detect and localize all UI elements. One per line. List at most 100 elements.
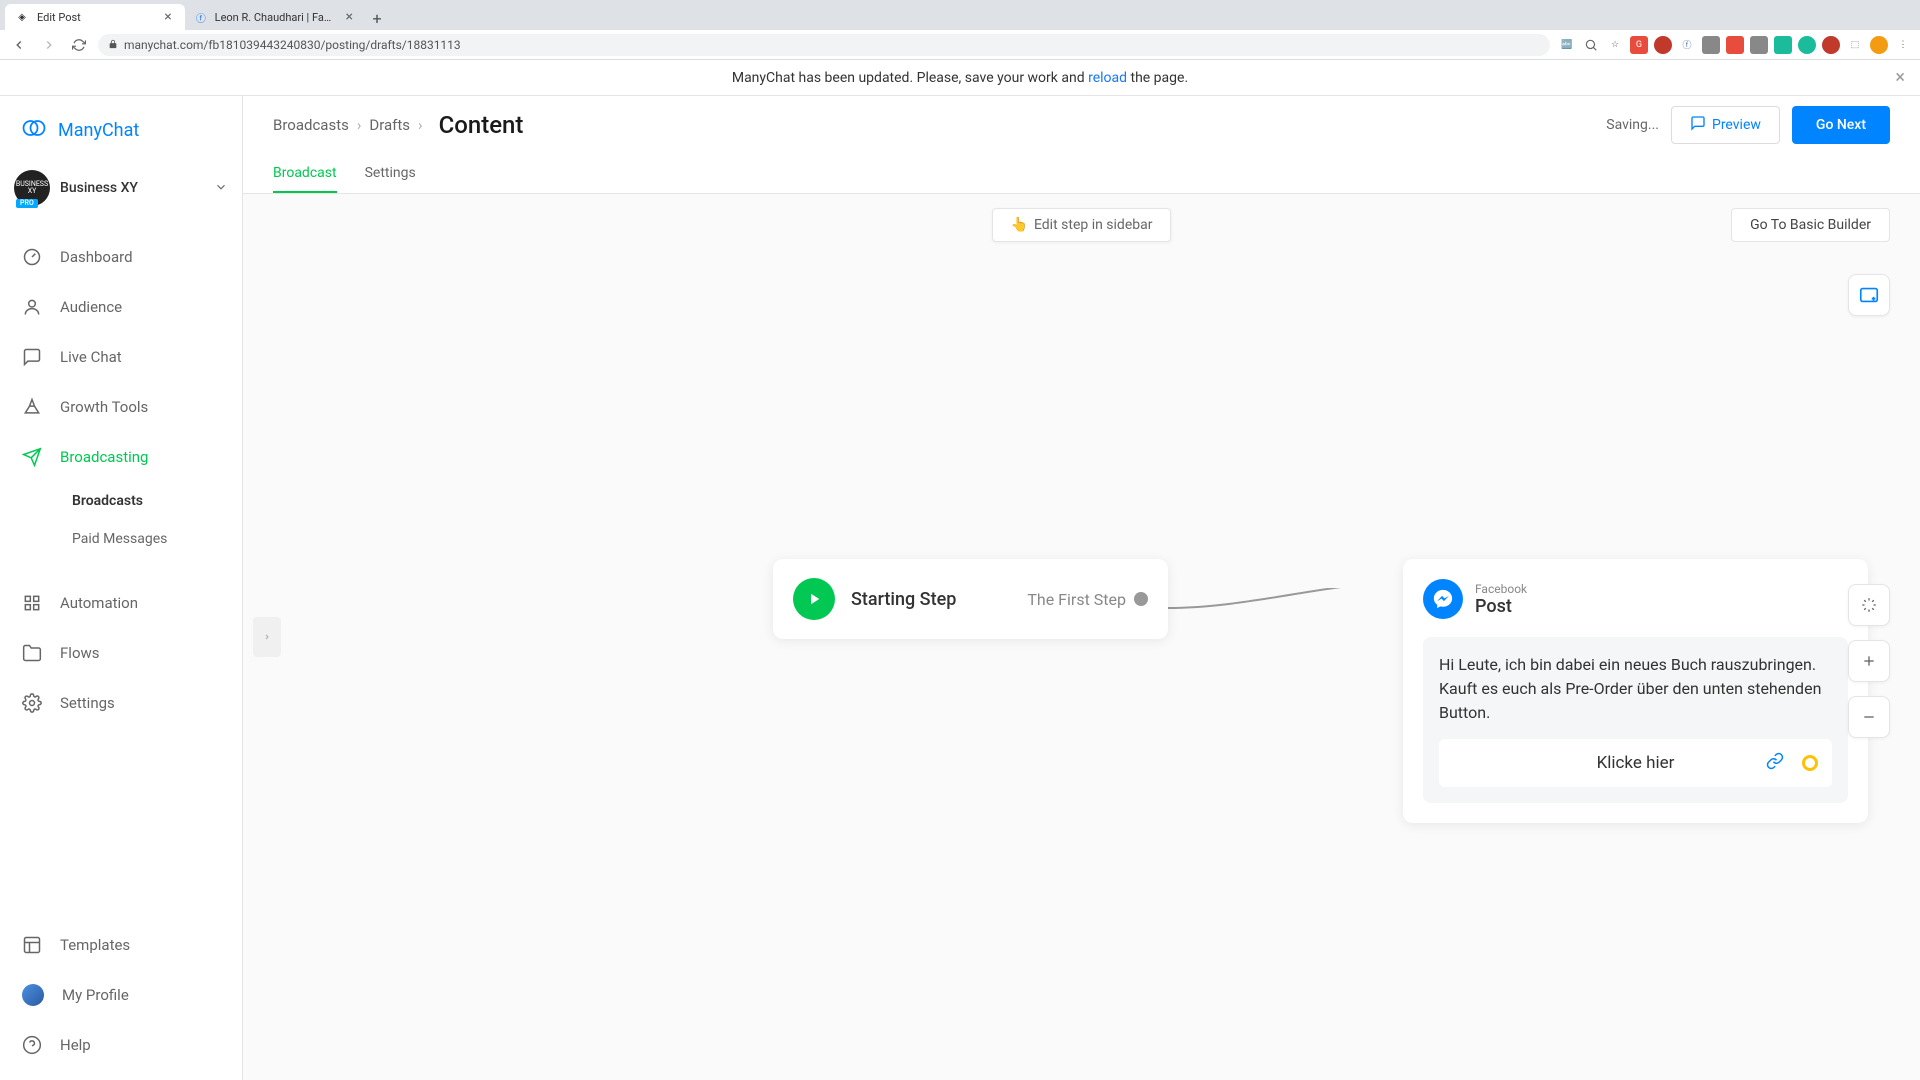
update-alert: ManyChat has been updated. Please, save … (0, 60, 1920, 96)
node-header: Facebook Post (1423, 579, 1848, 619)
connector-dot-icon[interactable] (1134, 592, 1148, 606)
menu-icon[interactable]: ⋮ (1894, 36, 1912, 54)
node-type: Post (1475, 596, 1527, 617)
ext-icon[interactable] (1798, 36, 1816, 54)
zoom-in-button[interactable] (1848, 640, 1890, 682)
zoom-out-button[interactable] (1848, 696, 1890, 738)
starting-step-node[interactable]: Starting Step The First Step (773, 559, 1168, 639)
chat-icon (22, 347, 42, 367)
logo[interactable]: ManyChat (0, 96, 242, 164)
saving-status: Saving... (1606, 117, 1659, 133)
edit-sidebar-button[interactable]: 👆 Edit step in sidebar (992, 208, 1172, 242)
automation-icon (22, 593, 42, 613)
nav-label: Paid Messages (72, 531, 167, 547)
extension-icons: 🔤 ☆ G ⓕ ⬚ ⋮ (1558, 36, 1912, 54)
back-button[interactable] (8, 34, 30, 56)
favicon-manychat: ◈ (15, 10, 29, 24)
lock-icon (108, 38, 118, 52)
url-bar[interactable]: manychat.com/fb181039443240830/posting/d… (98, 34, 1550, 56)
content-tabs: Broadcast Settings (243, 154, 1920, 194)
account-switcher[interactable]: BUSINESS XY PRO Business XY (0, 164, 242, 212)
ext-icon[interactable] (1750, 36, 1768, 54)
avatar-icon[interactable] (1870, 36, 1888, 54)
reload-button[interactable] (68, 34, 90, 56)
sidebar-item-dashboard[interactable]: Dashboard (0, 232, 242, 282)
sidebar-subitem-paid[interactable]: Paid Messages (72, 520, 242, 558)
sidebar-item-broadcasting[interactable]: Broadcasting (0, 432, 242, 482)
sidebar-subitem-broadcasts[interactable]: Broadcasts (72, 482, 242, 520)
sidebar-item-audience[interactable]: Audience (0, 282, 242, 332)
browser-tab-2[interactable]: ⓕ Leon R. Chaudhari | Facebook × (185, 4, 365, 30)
tab-label: Settings (365, 165, 416, 181)
ext-icon[interactable] (1774, 36, 1792, 54)
post-body: Hi Leute, ich bin dabei ein neues Buch r… (1423, 637, 1848, 803)
go-next-button[interactable]: Go Next (1792, 106, 1890, 144)
help-icon (22, 1035, 42, 1055)
connector-dot-icon[interactable] (1802, 755, 1818, 771)
url-text: manychat.com/fb181039443240830/posting/d… (124, 38, 461, 52)
close-icon[interactable]: × (343, 10, 355, 24)
facebook-post-node[interactable]: Facebook Post Hi Leute, ich bin dabei ei… (1403, 559, 1868, 823)
ext-icon[interactable]: G (1630, 36, 1648, 54)
sidebar-item-livechat[interactable]: Live Chat (0, 332, 242, 382)
ext-icon[interactable] (1702, 36, 1720, 54)
dashboard-icon (22, 247, 42, 267)
nav-label: Dashboard (60, 248, 133, 266)
ext-icon[interactable]: ☆ (1606, 36, 1624, 54)
flow-canvas[interactable]: 👆 Edit step in sidebar Go To Basic Build… (243, 194, 1920, 1080)
button-label: Edit step in sidebar (1034, 217, 1153, 233)
alert-text-pre: ManyChat has been updated. Please, save … (732, 70, 1088, 86)
nav-label: Broadcasting (60, 448, 148, 466)
nav-label: Audience (60, 298, 122, 316)
basic-builder-button[interactable]: Go To Basic Builder (1731, 208, 1890, 242)
browser-tab-1[interactable]: ◈ Edit Post × (5, 4, 185, 30)
page-header: Broadcasts › Drafts › Content Saving... … (243, 96, 1920, 154)
nav-label: Settings (60, 694, 115, 712)
sidebar-item-flows[interactable]: Flows (0, 628, 242, 678)
preview-button[interactable]: Preview (1671, 106, 1780, 144)
page-title: Content (439, 111, 524, 139)
breadcrumb-item[interactable]: Drafts (369, 116, 410, 134)
tab-settings[interactable]: Settings (365, 154, 416, 193)
ext-icon[interactable] (1822, 36, 1840, 54)
first-step-output[interactable]: The First Step (1027, 590, 1148, 609)
ext-icon[interactable]: ⬚ (1846, 36, 1864, 54)
broadcast-icon (22, 447, 42, 467)
post-text: Hi Leute, ich bin dabei ein neues Buch r… (1439, 653, 1832, 725)
tab-bar: ◈ Edit Post × ⓕ Leon R. Chaudhari | Face… (0, 0, 1920, 30)
chevron-down-icon (214, 179, 228, 198)
channel-label: Facebook (1475, 582, 1527, 596)
ext-icon[interactable]: ⓕ (1678, 36, 1696, 54)
tab-broadcast[interactable]: Broadcast (273, 154, 337, 193)
ext-icon[interactable] (1654, 36, 1672, 54)
forward-button[interactable] (38, 34, 60, 56)
reload-link[interactable]: reload (1088, 70, 1127, 86)
close-icon[interactable]: × (1895, 67, 1905, 88)
sidebar-item-automation[interactable]: Automation (0, 578, 242, 628)
breadcrumb-item[interactable]: Broadcasts (273, 116, 349, 134)
main-content: Broadcasts › Drafts › Content Saving... … (243, 96, 1920, 1080)
ext-icon[interactable] (1726, 36, 1744, 54)
chat-icon (1690, 115, 1706, 135)
close-icon[interactable]: × (161, 10, 175, 24)
post-cta-button[interactable]: Klicke hier (1439, 739, 1832, 787)
browser-chrome: ◈ Edit Post × ⓕ Leon R. Chaudhari | Face… (0, 0, 1920, 60)
messenger-icon (1423, 579, 1463, 619)
button-label: Preview (1712, 117, 1761, 133)
templates-icon (22, 935, 42, 955)
expand-sidebar-handle[interactable] (253, 617, 281, 657)
sidebar-item-templates[interactable]: Templates (0, 920, 242, 970)
pointer-icon: 👆 (1011, 217, 1028, 233)
sidebar-item-settings[interactable]: Settings (0, 678, 242, 728)
ext-icon[interactable]: 🔤 (1558, 36, 1576, 54)
nav-label: Growth Tools (60, 398, 148, 416)
sidebar-item-growth[interactable]: Growth Tools (0, 382, 242, 432)
auto-arrange-button[interactable] (1848, 584, 1890, 626)
ext-icon[interactable] (1582, 36, 1600, 54)
add-panel-button[interactable] (1848, 274, 1890, 316)
new-tab-button[interactable]: + (365, 6, 389, 30)
chevron-right-icon: › (418, 116, 423, 134)
nav-label: Flows (60, 644, 100, 662)
sidebar-item-help[interactable]: Help (0, 1020, 242, 1070)
sidebar-item-profile[interactable]: My Profile (0, 970, 242, 1020)
